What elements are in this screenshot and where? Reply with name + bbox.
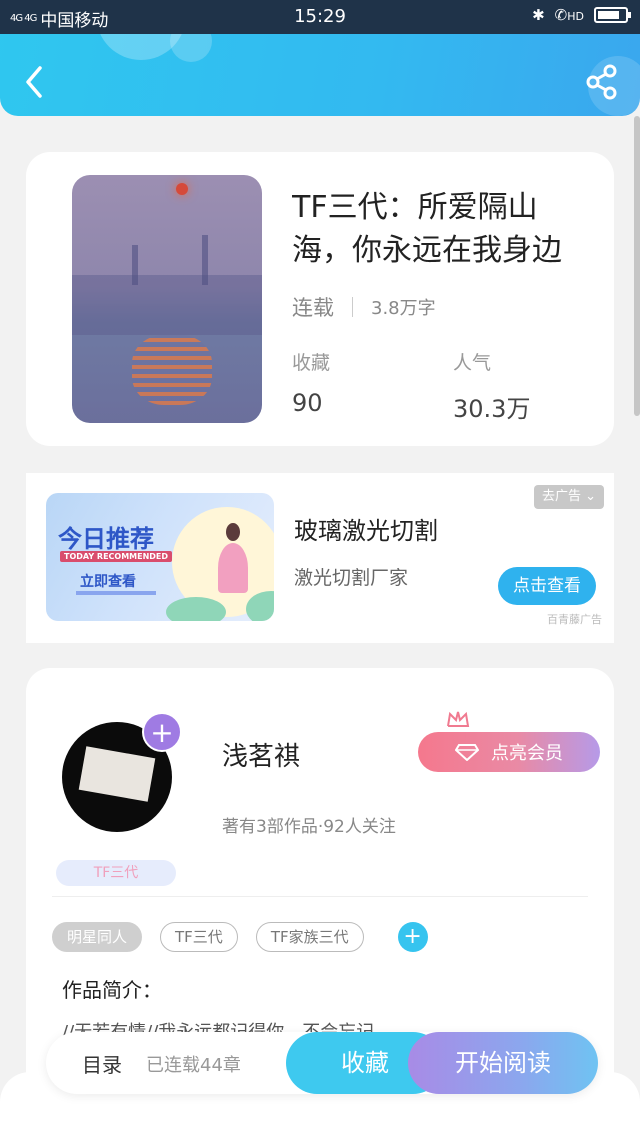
popularity-stat: 人气 30.3万	[453, 348, 530, 424]
bottom-action-bar: 目录 已连载44章 收藏 开始阅读	[46, 1032, 598, 1094]
word-count: 3.8万字	[371, 298, 436, 319]
top-header: 4G 4G 中国移动 15:29 ✱ ✆HD	[0, 0, 640, 116]
battery-fill	[598, 11, 619, 19]
popularity-value: 30.3万	[453, 395, 531, 423]
banner-cta: 立即查看	[80, 574, 136, 590]
tag-chip[interactable]: 明星同人	[52, 922, 143, 952]
share-button[interactable]	[584, 62, 620, 102]
battery-icon	[594, 7, 631, 23]
remove-ad-button[interactable]: 去广告 ⌄	[533, 485, 604, 509]
crown-icon	[447, 711, 470, 727]
avatar-paper	[78, 746, 156, 802]
ad-title: 玻璃激光切割	[294, 517, 438, 545]
book-meta: 连载 3.8万字	[292, 292, 436, 322]
banner-cloud	[166, 597, 226, 621]
cover-sun	[176, 183, 188, 195]
banner-figure-head	[226, 523, 240, 541]
author-name[interactable]: 浅茗祺	[222, 736, 300, 773]
toc-button[interactable]: 目录	[82, 1049, 122, 1078]
ad-source: 百青藤广告	[547, 613, 602, 626]
popularity-label: 人气	[453, 352, 492, 374]
remove-ad-label: 去广告	[541, 489, 581, 504]
vip-label: 点亮会员	[491, 743, 563, 764]
chevron-down-icon: ⌄	[585, 489, 596, 504]
tag-list: 明星同人 TF三代 TF家族三代 +	[52, 922, 428, 952]
call-hd-icon: ✆HD	[554, 6, 584, 24]
cover-tower	[202, 235, 208, 285]
status-bar: 4G 4G 中国移动 15:29 ✱ ✆HD	[0, 0, 640, 34]
author-meta: 著有3部作品·92人关注	[222, 817, 396, 837]
favorites-stat: 收藏 90	[292, 348, 330, 417]
book-title: TF三代：所爱隔山海，你永远在我身边	[292, 190, 562, 268]
add-tag-button[interactable]: +	[397, 922, 428, 952]
book-cover-image[interactable]	[72, 175, 262, 423]
favorites-label: 收藏	[292, 352, 331, 374]
chapter-count[interactable]: 已连载44章	[146, 1051, 241, 1077]
scrollbar[interactable]	[634, 116, 640, 416]
divider	[52, 896, 588, 897]
banner-figure-dress	[218, 543, 248, 593]
divider	[352, 297, 353, 317]
back-button[interactable]	[18, 62, 54, 102]
banner-title: 今日推荐	[58, 525, 154, 553]
vip-button[interactable]: 点亮会员	[418, 732, 600, 772]
ad-subtitle: 激光切割厂家	[294, 567, 409, 589]
follow-plus-button[interactable]: +	[142, 712, 182, 752]
book-info-card: TF三代：所爱隔山海，你永远在我身边 连载 3.8万字 收藏 90 人气 30.…	[26, 152, 614, 446]
tag-chip[interactable]: TF家族三代	[255, 922, 364, 952]
diamond-icon	[455, 744, 479, 761]
cover-tower	[132, 245, 138, 285]
status-right: ✱ ✆HD	[532, 6, 631, 24]
fan-badge: TF三代	[56, 860, 176, 886]
ad-card[interactable]: 今日推荐 TODAY RECOMMENDED 立即查看 玻璃激光切割 激光切割厂…	[26, 473, 614, 643]
favorites-value: 90	[292, 389, 323, 417]
ad-banner-image[interactable]: 今日推荐 TODAY RECOMMENDED 立即查看	[46, 493, 274, 621]
banner-subtitle: TODAY RECOMMENDED	[60, 551, 173, 562]
cover-bridge	[72, 275, 262, 335]
banner-wave	[76, 591, 156, 595]
tag-chip[interactable]: TF三代	[160, 922, 238, 952]
start-reading-button[interactable]: 开始阅读	[408, 1032, 598, 1094]
chevron-left-icon	[26, 66, 42, 98]
intro-title: 作品简介：	[62, 978, 162, 1002]
bluetooth-icon: ✱	[532, 6, 545, 24]
book-status: 连载	[292, 296, 334, 320]
cover-reflection	[132, 335, 212, 405]
ad-cta-button[interactable]: 点击查看	[498, 567, 596, 605]
share-icon	[586, 64, 617, 100]
